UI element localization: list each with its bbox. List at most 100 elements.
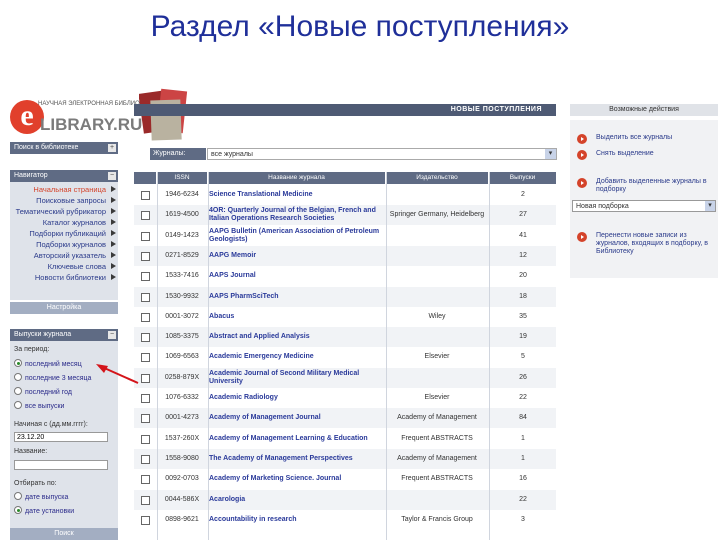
nav-item[interactable]: Ключевые слова <box>10 261 118 272</box>
column-divider <box>157 172 158 540</box>
nav-item[interactable]: Поисковые запросы <box>10 195 118 206</box>
cell-issues[interactable]: 22 <box>490 388 556 408</box>
radio-icon[interactable] <box>14 506 22 514</box>
nav-item[interactable]: Тематический рубрикатор <box>10 206 118 217</box>
nav-item[interactable]: Начальная страница <box>10 184 118 195</box>
add-to-collection-action[interactable]: Добавить выделенные журналы в подборку <box>574 178 714 194</box>
row-checkbox[interactable] <box>141 373 150 383</box>
sort-option[interactable]: дате установки <box>14 506 74 518</box>
sort-option[interactable]: дате выпуска <box>14 492 68 504</box>
row-checkbox[interactable] <box>141 231 150 241</box>
cell-publisher: Frequent ABSTRACTS <box>401 475 473 483</box>
cell-issues[interactable]: 12 <box>490 246 556 266</box>
cell-issues[interactable]: 19 <box>490 327 556 347</box>
cell-journal-title[interactable]: Academic Journal of Second Military Medi… <box>209 368 384 388</box>
cell-issues[interactable]: 22 <box>490 490 556 510</box>
issue-filter-header[interactable]: Выпуски журнала − <box>10 329 118 341</box>
cell-journal-title[interactable]: AAPS Journal <box>209 266 384 286</box>
cell-journal-title[interactable]: The Academy of Management Perspectives <box>209 449 384 469</box>
row-checkbox[interactable] <box>141 454 150 464</box>
cell-issues[interactable]: 2 <box>490 185 556 205</box>
nav-item[interactable]: Авторский указатель <box>10 250 118 261</box>
cell-issues[interactable]: 84 <box>490 408 556 428</box>
radio-icon[interactable] <box>14 359 22 367</box>
row-checkbox[interactable] <box>141 211 150 221</box>
cell-journal-title[interactable]: Academic Radiology <box>209 388 384 408</box>
cell-issues[interactable]: 16 <box>490 469 556 489</box>
cell-publisher <box>387 185 487 205</box>
cell-journal-title[interactable]: Acarologia <box>209 490 384 510</box>
cell-issues[interactable]: 26 <box>490 368 556 388</box>
period-option[interactable]: все выпуски <box>14 401 64 413</box>
row-checkbox[interactable] <box>141 272 150 282</box>
row-checkbox[interactable] <box>141 495 150 505</box>
chevron-down-icon[interactable]: ▾ <box>705 201 715 211</box>
journal-filter-select[interactable]: все журналы ▾ <box>207 148 557 160</box>
cell-issues[interactable]: 5 <box>490 347 556 367</box>
elibrary-logo[interactable]: e НАУЧНАЯ ЭЛЕКТРОННАЯ БИБЛИОТЕКА LIBRARY… <box>10 100 155 138</box>
collection-select[interactable]: Новая подборка ▾ <box>572 200 716 212</box>
expand-icon[interactable]: + <box>108 144 116 152</box>
radio-icon[interactable] <box>14 492 22 500</box>
cell-journal-title[interactable]: Accountability in research <box>209 510 384 530</box>
collapse-icon[interactable]: − <box>108 331 116 339</box>
select-all-action[interactable]: Выделить все журналы <box>574 134 714 144</box>
cell-issues[interactable]: 1 <box>490 429 556 449</box>
col-title[interactable]: Название журнала <box>208 172 385 184</box>
navigator-header[interactable]: Навигатор − <box>10 170 118 182</box>
col-issues[interactable]: Выпуски <box>489 172 556 184</box>
radio-icon[interactable] <box>14 387 22 395</box>
cell-issues[interactable]: 41 <box>490 226 556 246</box>
collapse-icon[interactable]: − <box>108 172 116 180</box>
chevron-down-icon[interactable]: ▾ <box>545 149 556 159</box>
row-checkbox[interactable] <box>141 434 150 444</box>
cell-issues[interactable]: 18 <box>490 287 556 307</box>
row-checkbox[interactable] <box>141 312 150 322</box>
row-checkbox[interactable] <box>141 414 150 424</box>
cell-journal-title[interactable]: Abstract and Applied Analysis <box>209 327 384 347</box>
cell-journal-title[interactable]: Academic Emergency Medicine <box>209 347 384 367</box>
radio-icon[interactable] <box>14 401 22 409</box>
period-option[interactable]: последние 3 месяца <box>14 373 91 385</box>
transfer-records-action[interactable]: Перенести новые записи из журналов, вход… <box>574 232 714 256</box>
cell-journal-title[interactable]: Academy of Marketing Science. Journal <box>209 469 384 489</box>
period-option[interactable]: последний месяц <box>14 359 82 371</box>
row-checkbox[interactable] <box>141 515 150 525</box>
cell-journal-title[interactable]: Academy of Management Learning & Educati… <box>209 429 384 449</box>
row-checkbox[interactable] <box>141 333 150 343</box>
col-publisher[interactable]: Издательство <box>386 172 488 184</box>
cell-journal-title[interactable]: 4OR: Quarterly Journal of the Belgian, F… <box>209 205 384 225</box>
cell-issues[interactable]: 20 <box>490 266 556 286</box>
row-checkbox[interactable] <box>141 394 150 403</box>
row-checkbox[interactable] <box>141 353 150 363</box>
start-date-input[interactable]: 23.12.20 <box>14 432 108 442</box>
cell-journal-title[interactable]: AAPG Bulletin (American Association of P… <box>209 226 384 246</box>
nav-item[interactable]: Подборки журналов <box>10 239 118 250</box>
cell-issues[interactable]: 35 <box>490 307 556 327</box>
row-checkbox[interactable] <box>141 191 150 200</box>
row-checkbox[interactable] <box>141 251 150 261</box>
nav-item[interactable]: Каталог журналов <box>10 217 118 228</box>
cell-journal-title[interactable]: AAPS PharmSciTech <box>209 287 384 307</box>
cell-issues[interactable]: 27 <box>490 205 556 225</box>
radio-icon[interactable] <box>14 373 22 381</box>
cell-issues[interactable]: 3 <box>490 510 556 530</box>
cell-publisher: Frequent ABSTRACTS <box>401 434 473 442</box>
cell-journal-title[interactable]: Abacus <box>209 307 384 327</box>
cell-journal-title[interactable]: AAPG Memoir <box>209 246 384 266</box>
col-issn[interactable]: ISSN <box>157 172 207 184</box>
search-button[interactable]: Поиск <box>10 528 118 540</box>
row-checkbox[interactable] <box>141 292 150 302</box>
cell-journal-title[interactable]: Science Translational Medicine <box>209 185 384 205</box>
journal-name-input[interactable] <box>14 460 108 470</box>
nav-item[interactable]: Новости библиотеки <box>10 272 118 283</box>
cell-publisher <box>387 226 487 246</box>
nav-item[interactable]: Подборки публикаций <box>10 228 118 239</box>
period-option[interactable]: последний год <box>14 387 72 399</box>
search-library-header[interactable]: Поиск в библиотеке + <box>10 142 118 154</box>
row-checkbox[interactable] <box>141 475 150 485</box>
settings-button[interactable]: Настройка <box>10 302 118 314</box>
cell-issues[interactable]: 1 <box>490 449 556 469</box>
cell-journal-title[interactable]: Academy of Management Journal <box>209 408 384 428</box>
deselect-action[interactable]: Снять выделение <box>574 150 714 160</box>
